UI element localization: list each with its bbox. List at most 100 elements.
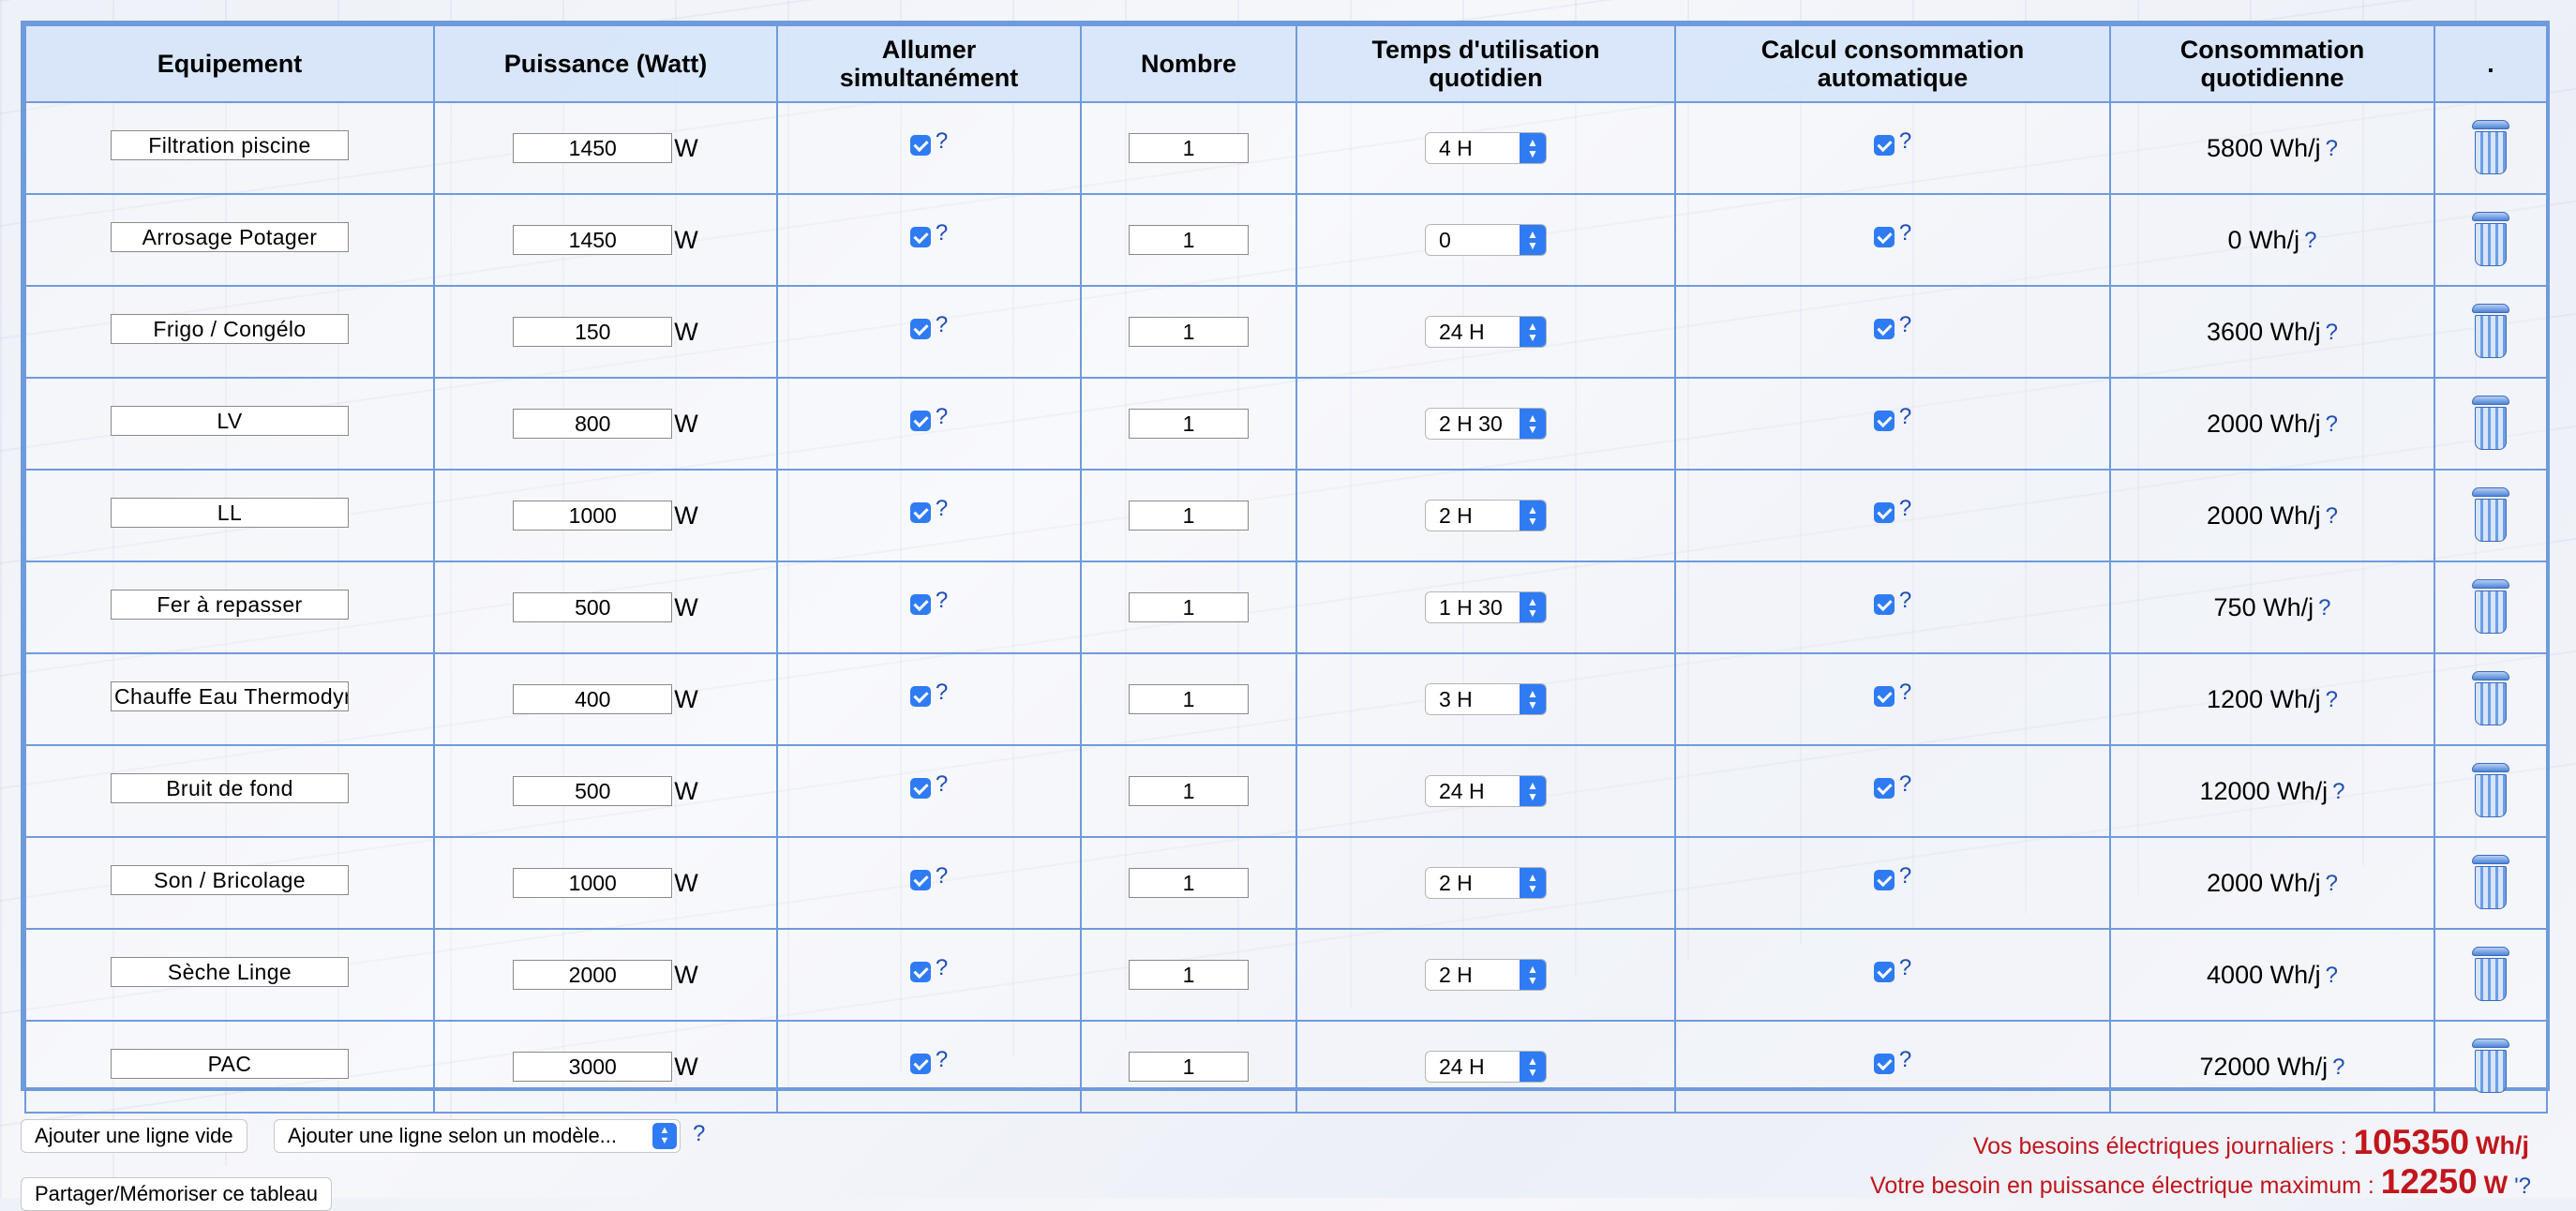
auto-calc-checkbox-checked-icon[interactable] bbox=[1873, 962, 1895, 983]
consumption-help-link[interactable]: ? bbox=[2326, 136, 2338, 161]
share-table-button[interactable]: Partager/Mémoriser ce tableau bbox=[21, 1177, 333, 1211]
auto-calc-checkbox-checked-icon[interactable] bbox=[1873, 1054, 1895, 1075]
auto-calc-help-link[interactable]: ? bbox=[1899, 863, 1911, 889]
simultaneous-checkbox-checked-icon[interactable] bbox=[909, 227, 931, 248]
equipment-name-input[interactable]: LL bbox=[111, 497, 349, 528]
simultaneous-help-link[interactable]: ? bbox=[936, 955, 948, 980]
power-input[interactable]: 2000 bbox=[513, 960, 673, 991]
simultaneous-help-link[interactable]: ? bbox=[936, 771, 948, 797]
usage-time-select[interactable]: 2 H ▲ ▼ bbox=[1425, 867, 1547, 899]
simultaneous-help-link[interactable]: ? bbox=[936, 404, 948, 429]
trash-icon[interactable] bbox=[2472, 120, 2509, 176]
count-input[interactable]: 1 bbox=[1129, 776, 1249, 807]
consumption-help-link[interactable]: ? bbox=[2326, 687, 2338, 712]
equipment-name-input[interactable]: Arrosage Potager bbox=[111, 221, 349, 252]
consumption-help-link[interactable]: ? bbox=[2326, 871, 2338, 896]
trash-icon[interactable] bbox=[2472, 487, 2509, 544]
count-input[interactable]: 1 bbox=[1129, 409, 1249, 440]
equipment-name-input[interactable]: PAC bbox=[111, 1048, 349, 1079]
equipment-name-input[interactable]: Sèche Linge bbox=[111, 956, 349, 987]
trash-icon[interactable] bbox=[2472, 212, 2509, 268]
auto-calc-checkbox-checked-icon[interactable] bbox=[1873, 870, 1895, 891]
equipment-name-input[interactable]: LV bbox=[111, 405, 349, 436]
power-input[interactable]: 400 bbox=[513, 684, 673, 715]
consumption-help-link[interactable]: ? bbox=[2326, 963, 2338, 988]
auto-calc-help-link[interactable]: ? bbox=[1899, 1047, 1911, 1072]
auto-calc-checkbox-checked-icon[interactable] bbox=[1873, 502, 1895, 524]
consumption-help-link[interactable]: ? bbox=[2326, 411, 2338, 437]
trash-icon[interactable] bbox=[2472, 396, 2509, 452]
consumption-help-link[interactable]: ? bbox=[2332, 779, 2344, 804]
usage-time-select[interactable]: 24 H ▲ ▼ bbox=[1425, 775, 1547, 807]
power-input[interactable]: 1000 bbox=[513, 501, 673, 531]
equipment-name-input[interactable]: Bruit de fond bbox=[111, 772, 349, 803]
auto-calc-checkbox-checked-icon[interactable] bbox=[1873, 135, 1895, 157]
trash-icon[interactable] bbox=[2472, 1039, 2509, 1095]
simultaneous-checkbox-checked-icon[interactable] bbox=[909, 411, 931, 432]
count-input[interactable]: 1 bbox=[1129, 225, 1249, 256]
auto-calc-checkbox-checked-icon[interactable] bbox=[1873, 319, 1895, 340]
simultaneous-help-link[interactable]: ? bbox=[936, 496, 948, 521]
power-input[interactable]: 500 bbox=[513, 776, 673, 807]
simultaneous-help-link[interactable]: ? bbox=[936, 312, 948, 337]
simultaneous-help-link[interactable]: ? bbox=[936, 588, 948, 613]
trash-icon[interactable] bbox=[2472, 579, 2509, 635]
trash-icon[interactable] bbox=[2472, 947, 2509, 1003]
simultaneous-checkbox-checked-icon[interactable] bbox=[909, 502, 931, 524]
auto-calc-checkbox-checked-icon[interactable] bbox=[1873, 411, 1895, 432]
simultaneous-checkbox-checked-icon[interactable] bbox=[909, 319, 931, 340]
count-input[interactable]: 1 bbox=[1129, 868, 1249, 899]
power-input[interactable]: 500 bbox=[513, 592, 673, 623]
auto-calc-checkbox-checked-icon[interactable] bbox=[1873, 594, 1895, 616]
power-input[interactable]: 150 bbox=[513, 317, 673, 348]
usage-time-select[interactable]: 2 H ▲ ▼ bbox=[1425, 500, 1547, 531]
count-input[interactable]: 1 bbox=[1129, 684, 1249, 715]
trash-icon[interactable] bbox=[2472, 671, 2509, 727]
auto-calc-help-link[interactable]: ? bbox=[1899, 955, 1911, 980]
auto-calc-checkbox-checked-icon[interactable] bbox=[1873, 686, 1895, 708]
usage-time-select[interactable]: 0 ▲ ▼ bbox=[1425, 224, 1547, 256]
count-input[interactable]: 1 bbox=[1129, 133, 1249, 164]
simultaneous-help-link[interactable]: ? bbox=[936, 220, 948, 246]
simultaneous-checkbox-checked-icon[interactable] bbox=[909, 1054, 931, 1075]
consumption-help-link[interactable]: ? bbox=[2318, 595, 2330, 620]
equipment-name-input[interactable]: Filtration piscine bbox=[111, 129, 349, 160]
auto-calc-help-link[interactable]: ? bbox=[1899, 588, 1911, 613]
simultaneous-help-link[interactable]: ? bbox=[936, 1047, 948, 1072]
simultaneous-checkbox-checked-icon[interactable] bbox=[909, 778, 931, 800]
consumption-help-link[interactable]: ? bbox=[2326, 320, 2338, 345]
simultaneous-checkbox-checked-icon[interactable] bbox=[909, 686, 931, 708]
power-input[interactable]: 1000 bbox=[513, 868, 673, 899]
simultaneous-checkbox-checked-icon[interactable] bbox=[909, 135, 931, 157]
simultaneous-checkbox-checked-icon[interactable] bbox=[909, 870, 931, 891]
usage-time-select[interactable]: 24 H ▲ ▼ bbox=[1425, 1051, 1547, 1083]
max-power-help-link[interactable]: '? bbox=[2514, 1174, 2531, 1199]
trash-icon[interactable] bbox=[2472, 304, 2509, 360]
count-input[interactable]: 1 bbox=[1129, 592, 1249, 623]
count-input[interactable]: 1 bbox=[1129, 960, 1249, 991]
auto-calc-help-link[interactable]: ? bbox=[1899, 128, 1911, 154]
power-input[interactable]: 3000 bbox=[513, 1052, 673, 1083]
auto-calc-help-link[interactable]: ? bbox=[1899, 680, 1911, 705]
auto-calc-help-link[interactable]: ? bbox=[1899, 220, 1911, 246]
count-input[interactable]: 1 bbox=[1129, 1052, 1249, 1083]
usage-time-select[interactable]: 2 H 30 ▲ ▼ bbox=[1425, 408, 1547, 440]
consumption-help-link[interactable]: ? bbox=[2332, 1054, 2344, 1080]
auto-calc-checkbox-checked-icon[interactable] bbox=[1873, 227, 1895, 248]
power-input[interactable]: 1450 bbox=[513, 225, 673, 256]
simultaneous-checkbox-checked-icon[interactable] bbox=[909, 962, 931, 983]
add-model-help-link[interactable]: ? bbox=[693, 1121, 705, 1147]
power-input[interactable]: 800 bbox=[513, 409, 673, 440]
auto-calc-help-link[interactable]: ? bbox=[1899, 404, 1911, 429]
usage-time-select[interactable]: 24 H ▲ ▼ bbox=[1425, 316, 1547, 348]
simultaneous-checkbox-checked-icon[interactable] bbox=[909, 594, 931, 616]
usage-time-select[interactable]: 3 H ▲ ▼ bbox=[1425, 683, 1547, 715]
equipment-name-input[interactable]: Son / Bricolage bbox=[111, 864, 349, 895]
auto-calc-help-link[interactable]: ? bbox=[1899, 496, 1911, 521]
equipment-name-input[interactable]: Chauffe Eau Thermodyr bbox=[111, 680, 349, 711]
usage-time-select[interactable]: 1 H 30 ▲ ▼ bbox=[1425, 591, 1547, 623]
simultaneous-help-link[interactable]: ? bbox=[936, 128, 948, 154]
consumption-help-link[interactable]: ? bbox=[2304, 228, 2316, 253]
auto-calc-help-link[interactable]: ? bbox=[1899, 312, 1911, 337]
trash-icon[interactable] bbox=[2472, 855, 2509, 911]
